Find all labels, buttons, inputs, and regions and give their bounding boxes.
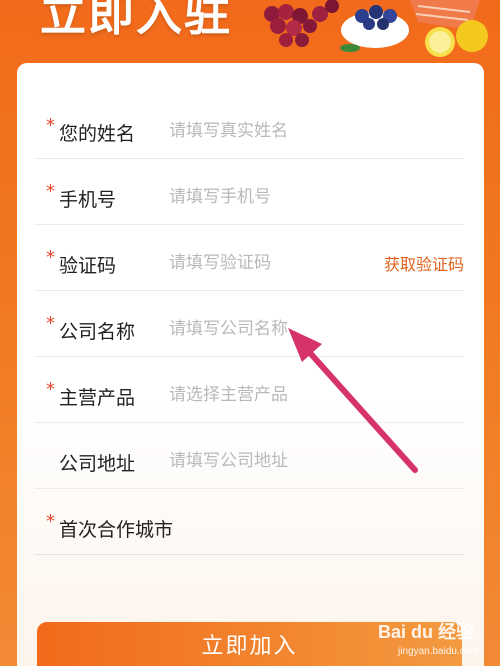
form-row-company-address: 公司地址	[34, 423, 464, 489]
blueberry-bowl-icon	[340, 5, 409, 52]
form-row-name: * 您的姓名	[34, 93, 464, 159]
name-label: 您的姓名	[59, 123, 136, 145]
company-address-input[interactable]	[169, 447, 379, 475]
main-product-select[interactable]	[169, 381, 379, 409]
company-name-label: 公司名称	[59, 321, 136, 343]
required-mark: *	[46, 379, 55, 400]
name-input[interactable]	[169, 117, 379, 145]
form-row-first-city[interactable]: * 首次合作城市	[34, 489, 464, 555]
get-verification-code-button[interactable]: 获取验证码	[384, 251, 464, 275]
phone-label: 手机号	[59, 189, 117, 211]
verification-code-input[interactable]	[169, 249, 379, 277]
form-row-verification-code: * 验证码 获取验证码	[34, 225, 464, 291]
required-mark: *	[46, 313, 55, 334]
required-mark: *	[46, 115, 55, 136]
grapes-icon	[264, 0, 339, 47]
fruit-banner-image	[264, 0, 488, 57]
form-row-company-name: * 公司名称	[34, 291, 464, 357]
baidu-jingyan-watermark: Bai du 经验	[378, 622, 475, 642]
required-mark: *	[46, 247, 55, 268]
banner-title: 立即入驻	[40, 0, 232, 41]
phone-input[interactable]	[169, 183, 379, 211]
company-address-label: 公司地址	[59, 453, 136, 475]
first-city-label: 首次合作城市	[59, 519, 174, 541]
verification-code-label: 验证码	[59, 255, 117, 277]
watermark-url: jingyan.baidu.com	[398, 646, 479, 657]
form-card: * 您的姓名 * 手机号 * 验证码 获取验证码 * 公司名称 * 主营产品 公…	[17, 63, 484, 666]
required-mark: *	[46, 181, 55, 202]
main-product-label: 主营产品	[59, 387, 136, 409]
required-mark: *	[46, 511, 55, 532]
company-name-input[interactable]	[169, 315, 379, 343]
form-row-phone: * 手机号	[34, 159, 464, 225]
form-row-main-product: * 主营产品	[34, 357, 464, 423]
